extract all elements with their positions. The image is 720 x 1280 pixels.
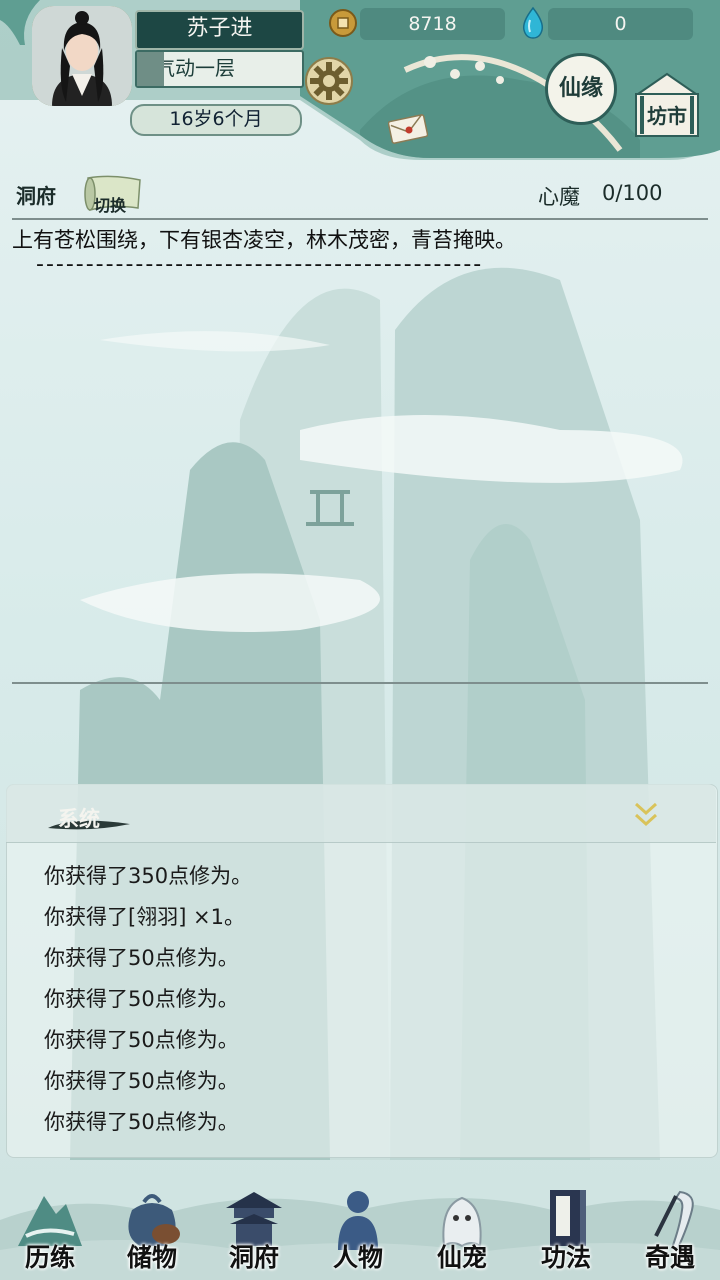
nav-gongfa[interactable]: 功法 <box>516 1186 616 1280</box>
player-age: 16岁6个月 <box>130 104 302 136</box>
player-avatar[interactable] <box>32 6 132 106</box>
log-message: 你获得了50点修为。 <box>44 1110 239 1134</box>
system-log-title: 系统 <box>58 806 100 831</box>
spirit-stone-icon <box>522 6 544 39</box>
xinmo-label: 心魔 <box>538 185 580 209</box>
location-label: 洞府 <box>16 184 56 208</box>
nav-qiyu[interactable]: 奇遇 <box>620 1186 720 1280</box>
divider-top <box>12 218 708 220</box>
avatar-portrait-icon <box>32 6 132 106</box>
xianyuan-button[interactable]: 仙缘 <box>545 53 617 125</box>
realm-label: 气动一层 <box>155 56 235 80</box>
switch-location-button[interactable]: 切换 <box>82 172 146 215</box>
divider-bottom <box>12 682 708 684</box>
xinmo-value: 0/100 <box>602 181 663 205</box>
nav-label: 历练 <box>24 1243 75 1272</box>
mail-icon[interactable] <box>388 114 428 144</box>
fangshi-label: 坊市 <box>647 104 687 128</box>
nav-renwu[interactable]: 人物 <box>308 1186 408 1280</box>
coin-counter: 8718 <box>360 8 505 40</box>
player-name: 苏子进 <box>135 10 304 50</box>
dashed-separator: ----------------------------------------… <box>36 252 484 277</box>
nav-label: 仙宠 <box>436 1243 487 1272</box>
nav-chuwu[interactable]: 储物 <box>102 1186 202 1280</box>
nav-label: 奇遇 <box>644 1243 695 1272</box>
gem-counter: 0 <box>548 8 693 40</box>
location-description: 上有苍松围绕，下有银杏凌空，林木茂密，青苔掩映。 <box>12 228 516 252</box>
nav-label: 功法 <box>540 1243 591 1272</box>
copper-coin-icon <box>329 9 357 37</box>
nav-dongfu[interactable]: 洞府 <box>204 1186 304 1280</box>
nav-label: 人物 <box>332 1243 383 1272</box>
log-message: 你获得了[翎羽] ×1。 <box>44 905 246 929</box>
nav-xianchong[interactable]: 仙宠 <box>412 1186 512 1280</box>
nav-lilian[interactable]: 历练 <box>0 1186 100 1280</box>
log-message: 你获得了50点修为。 <box>44 946 239 970</box>
log-message: 你获得了50点修为。 <box>44 987 239 1011</box>
collapse-chevron-icon[interactable] <box>632 800 660 830</box>
log-message: 你获得了50点修为。 <box>44 1028 239 1052</box>
log-message: 你获得了350点修为。 <box>44 864 253 888</box>
realm-progress-bar <box>137 52 164 86</box>
nav-label: 储物 <box>126 1243 177 1272</box>
fangshi-market-button[interactable]: 坊市 <box>630 66 704 140</box>
settings-gear-icon[interactable] <box>304 56 354 106</box>
nav-label: 洞府 <box>228 1243 279 1272</box>
switch-label: 切换 <box>94 196 127 215</box>
log-message: 你获得了50点修为。 <box>44 1069 239 1093</box>
